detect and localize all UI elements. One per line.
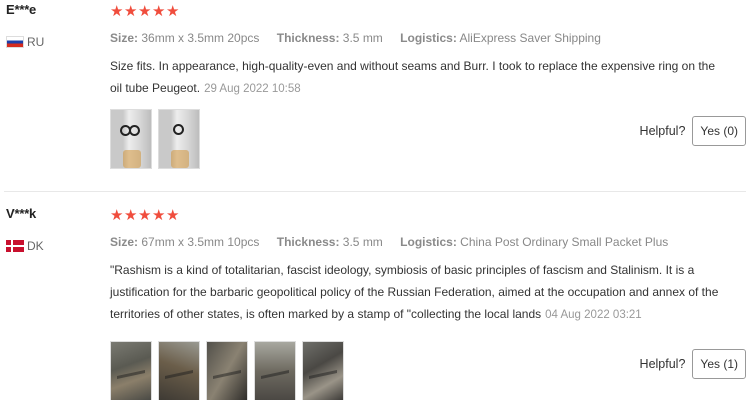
reviewer-name: E***e [6, 2, 37, 17]
thickness-value: 3.5 mm [342, 235, 383, 249]
product-attributes: Size: 36mm x 3.5mm 20pcs Thickness: 3.5 … [110, 31, 720, 45]
star-rating: ★ ★ ★ ★ ★ [110, 205, 720, 225]
review-item: V***k DK ★ ★ ★ ★ ★ Size: 67mm x 3.5mm 10… [0, 204, 750, 400]
denmark-flag-icon [6, 240, 24, 252]
helpful-label: Helpful? [639, 124, 686, 138]
review-photo-thumbnail[interactable] [254, 341, 296, 400]
russia-flag-icon [6, 36, 24, 48]
review-photo-thumbnail[interactable] [206, 341, 248, 400]
review-item: E***e RU ★ ★ ★ ★ ★ Size: 36mm x 3.5mm 20… [0, 0, 750, 192]
star-icon: ★ [124, 2, 138, 20]
review-content: ★ ★ ★ ★ ★ Size: 67mm x 3.5mm 10pcs Thick… [110, 204, 720, 326]
thickness-label: Thickness: [276, 235, 340, 249]
reviewer-country: DK [6, 239, 106, 253]
review-body: Size fits. In appearance, high-quality-e… [110, 59, 716, 95]
size-value: 36mm x 3.5mm 20pcs [141, 31, 260, 45]
country-code: RU [27, 35, 45, 49]
thickness-label: Thickness: [276, 31, 340, 45]
reviewer-info: E***e RU [6, 2, 106, 49]
size-value: 67mm x 3.5mm 10pcs [141, 235, 260, 249]
review-date: 29 Aug 2022 10:58 [204, 83, 301, 95]
helpful-yes-button[interactable]: Yes (1) [692, 349, 746, 379]
reviewer-country: RU [6, 35, 106, 49]
reviewer-info: V***k DK [6, 206, 106, 253]
helpful-yes-button[interactable]: Yes (0) [692, 116, 746, 146]
star-icon: ★ [166, 206, 180, 224]
review-photo-thumbnail[interactable] [302, 341, 344, 400]
logistics-label: Logistics: [400, 235, 457, 249]
helpful-label: Helpful? [639, 357, 686, 371]
star-rating: ★ ★ ★ ★ ★ [110, 1, 720, 21]
review-divider [4, 191, 746, 192]
star-icon: ★ [152, 2, 166, 20]
review-photo-thumbnail[interactable] [110, 341, 152, 400]
country-code: DK [27, 239, 44, 253]
helpful-section: Helpful? Yes (0) [640, 116, 746, 146]
review-text: Size fits. In appearance, high-quality-e… [110, 55, 720, 100]
thickness-value: 3.5 mm [342, 31, 383, 45]
star-icon: ★ [110, 2, 124, 20]
review-photos [110, 109, 200, 169]
review-photo-thumbnail[interactable] [158, 109, 200, 169]
size-label: Size: [110, 235, 139, 249]
star-icon: ★ [138, 206, 152, 224]
logistics-value: China Post Ordinary Small Packet Plus [460, 235, 669, 249]
review-photos [110, 341, 344, 400]
reviewer-name: V***k [6, 206, 37, 221]
helpful-section: Helpful? Yes (1) [640, 349, 746, 379]
star-icon: ★ [152, 206, 166, 224]
review-content: ★ ★ ★ ★ ★ Size: 36mm x 3.5mm 20pcs Thick… [110, 0, 720, 100]
review-photo-thumbnail[interactable] [110, 109, 152, 169]
review-photo-thumbnail[interactable] [158, 341, 200, 400]
star-icon: ★ [110, 206, 124, 224]
size-label: Size: [110, 31, 139, 45]
product-attributes: Size: 67mm x 3.5mm 10pcs Thickness: 3.5 … [110, 235, 720, 249]
logistics-value: AliExpress Saver Shipping [459, 31, 601, 45]
review-date: 04 Aug 2022 03:21 [545, 309, 642, 321]
star-icon: ★ [124, 206, 138, 224]
logistics-label: Logistics: [400, 31, 457, 45]
star-icon: ★ [166, 2, 180, 20]
star-icon: ★ [138, 2, 152, 20]
review-text: "Rashism is a kind of totalitarian, fasc… [110, 259, 720, 326]
